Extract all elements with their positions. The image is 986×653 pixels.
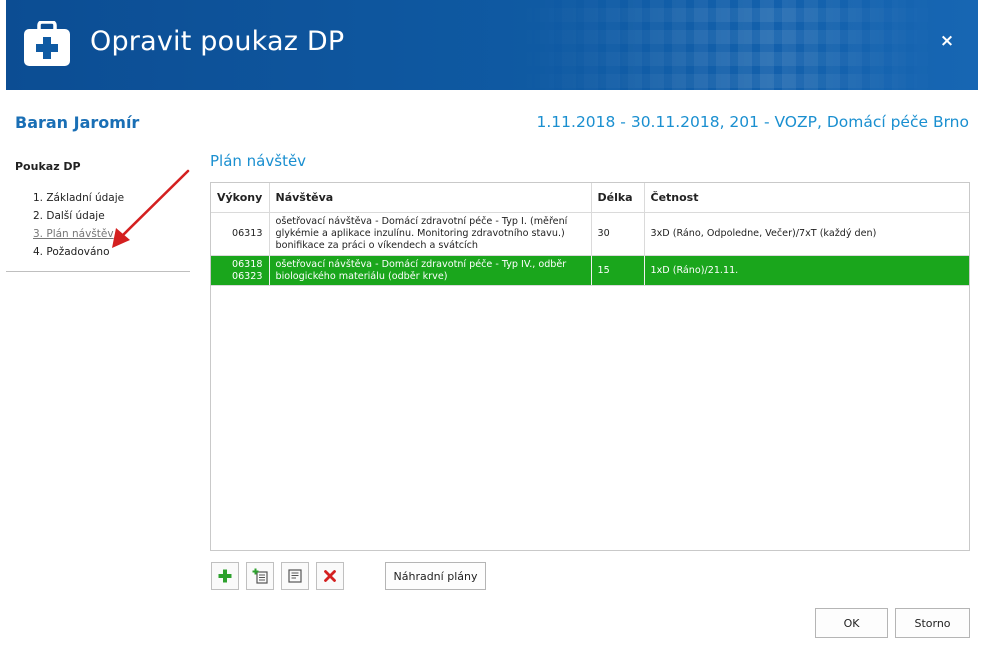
delete-x-icon xyxy=(324,570,336,582)
ok-button[interactable]: OK xyxy=(815,608,888,638)
delete-visit-button[interactable] xyxy=(316,562,344,590)
code: 06313 xyxy=(231,228,263,239)
cancel-button[interactable]: Storno xyxy=(895,608,970,638)
column-header-codes[interactable]: Výkony xyxy=(211,183,270,213)
column-header-frequency[interactable]: Četnost xyxy=(644,183,969,213)
edit-note-icon xyxy=(288,569,302,583)
cell-codes: 06313 xyxy=(211,212,270,256)
cell-visit: ošetřovací návštěva - Domácí zdravotní p… xyxy=(269,255,592,286)
table-row-selected[interactable]: 06318 06323 ošetřovací návštěva - Domácí… xyxy=(211,255,969,286)
cell-visit: ošetřovací návštěva - Domácí zdravotní p… xyxy=(269,212,592,256)
copy-visit-button[interactable] xyxy=(246,562,274,590)
code: 06323 xyxy=(231,270,263,282)
patient-name: Baran Jaromír xyxy=(15,113,140,132)
section-title: Plán návštěv xyxy=(210,152,307,170)
close-icon[interactable]: × xyxy=(938,32,956,50)
column-header-length[interactable]: Délka xyxy=(591,183,645,213)
header-pattern xyxy=(518,0,938,90)
alternative-plans-button[interactable]: Náhradní plány xyxy=(385,562,486,590)
dialog-title: Opravit poukaz DP xyxy=(90,26,345,57)
cell-length: 15 xyxy=(591,255,645,286)
plus-icon xyxy=(218,569,232,583)
nav-divider xyxy=(6,271,190,272)
voucher-range: 1.11.2018 - 30.11.2018, 201 - VOZP, Domá… xyxy=(536,113,970,131)
medical-kit-icon xyxy=(24,21,70,66)
dialog-header: Opravit poukaz DP × xyxy=(6,0,978,90)
nav-title: Poukaz DP xyxy=(15,160,81,173)
cell-length: 30 xyxy=(591,212,645,256)
cell-codes: 06318 06323 xyxy=(211,255,270,286)
annotation-arrow-icon xyxy=(112,169,190,248)
cell-frequency: 1xD (Ráno)/21.11. xyxy=(644,255,969,286)
code: 06318 xyxy=(231,258,263,270)
table-row[interactable]: 06313 ošetřovací návštěva - Domácí zdrav… xyxy=(211,212,969,256)
visit-plan-grid: Výkony Návštěva Délka Četnost 06313 ošet… xyxy=(210,182,970,551)
add-visit-button[interactable] xyxy=(211,562,239,590)
copy-list-icon xyxy=(252,568,268,584)
edit-visit-button[interactable] xyxy=(281,562,309,590)
column-header-visit[interactable]: Návštěva xyxy=(269,183,592,213)
cell-frequency: 3xD (Ráno, Odpoledne, Večer)/7xT (každý … xyxy=(644,212,969,256)
